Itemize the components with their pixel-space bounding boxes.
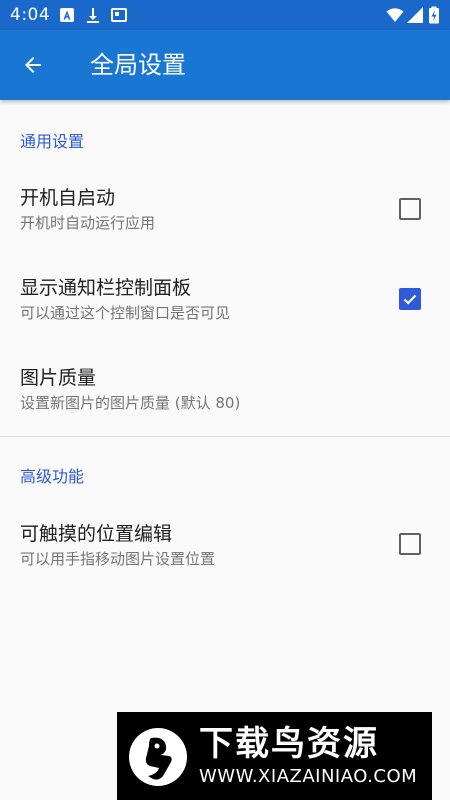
pref-title: 显示通知栏控制面板 — [20, 277, 192, 299]
pref-summary: 开机时自动运行应用 — [20, 214, 156, 232]
watermark-name: 下载鸟资源 — [199, 724, 379, 764]
pref-notification-panel[interactable]: 显示通知栏控制面板 可以通过这个控制窗口是否可见 — [0, 276, 450, 362]
pref-touch-position-edit[interactable]: 可触摸的位置编辑 可以用手指移动图片设置位置 — [0, 522, 450, 608]
notification-a-icon — [58, 6, 76, 24]
arrow-back-icon[interactable] — [21, 53, 45, 77]
pref-auto-start[interactable]: 开机自启动 开机时自动运行应用 — [0, 186, 450, 272]
battery-icon — [428, 6, 440, 24]
pref-title: 可触摸的位置编辑 — [20, 523, 173, 545]
pref-summary: 设置新图片的图片质量 (默认 80) — [20, 394, 241, 412]
watermark-url: WWW.XIAZAINIAO.COM — [199, 766, 418, 787]
wifi-icon — [386, 6, 404, 24]
pref-image-quality[interactable]: 图片质量 设置新图片的图片质量 (默认 80) — [0, 366, 450, 452]
signal-icon — [406, 6, 424, 24]
status-time: 4:04 — [10, 5, 51, 25]
app-bar: 全局设置 — [0, 30, 450, 100]
download-icon — [84, 6, 102, 24]
section-header-advanced: 高级功能 — [20, 467, 85, 486]
status-bar: 4:04 — [0, 0, 450, 30]
touch-position-edit-checkbox[interactable] — [399, 533, 421, 555]
pref-summary: 可以通过这个控制窗口是否可见 — [20, 304, 231, 322]
section-header-general: 通用设置 — [20, 132, 85, 151]
section-divider — [0, 436, 450, 437]
image-icon — [110, 6, 128, 24]
pref-title: 图片质量 — [20, 367, 97, 389]
auto-start-checkbox[interactable] — [399, 198, 421, 220]
pref-summary: 可以用手指移动图片设置位置 — [20, 550, 216, 568]
notification-panel-checkbox[interactable] — [399, 288, 421, 310]
watermark-banner: 下载鸟资源 WWW.XIAZAINIAO.COM — [117, 712, 432, 800]
page-title: 全局设置 — [90, 51, 186, 79]
bird-logo-icon — [129, 726, 187, 788]
check-icon — [403, 294, 417, 305]
pref-title: 开机自启动 — [20, 187, 116, 209]
